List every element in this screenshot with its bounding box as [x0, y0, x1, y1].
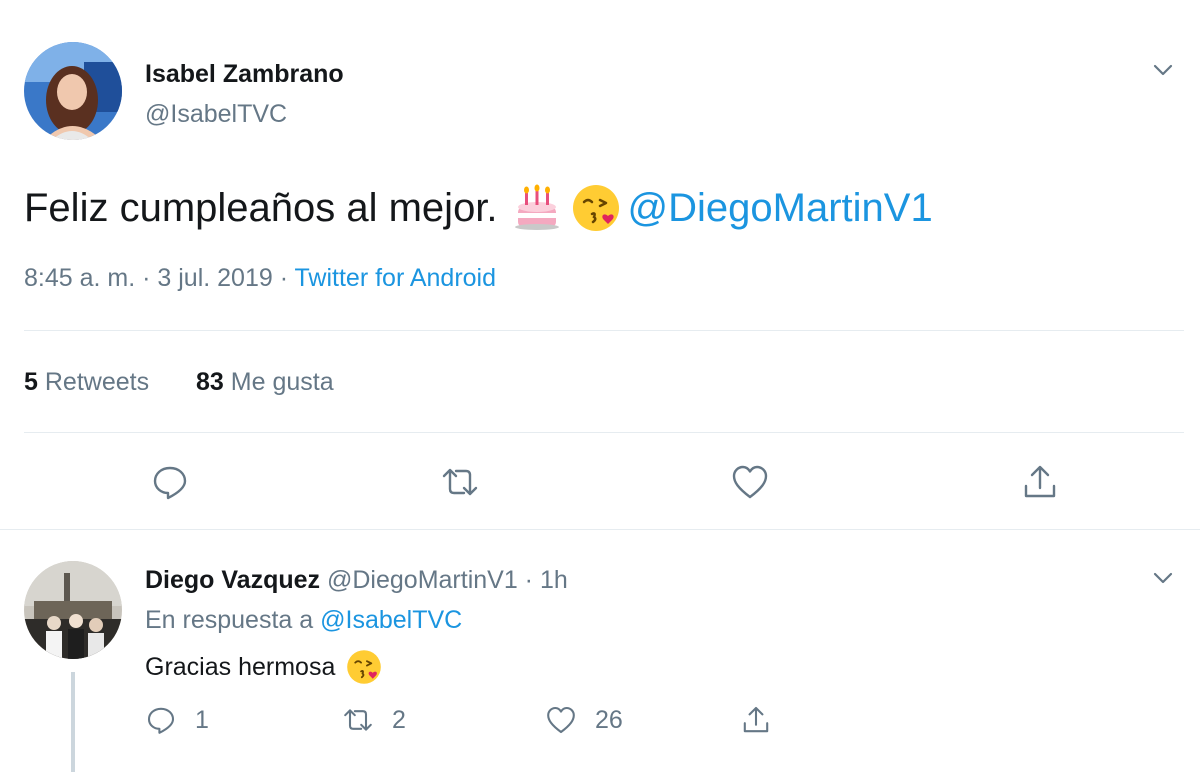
face-blowing-kiss-icon [347, 650, 382, 684]
retweet-icon [344, 709, 372, 731]
reply-author-name[interactable]: Diego Vazquez [145, 566, 320, 594]
source-link[interactable]: Twitter for Android [295, 264, 496, 292]
tweet-meta: 8:45 a. m. · 3 jul. 2019 · Twitter for A… [24, 264, 496, 293]
retweets-count: 5 [24, 368, 38, 396]
in-reply-prefix: En respuesta a [145, 606, 321, 634]
reply-header: Diego Vazquez @DiegoMartinV1 · 1h [145, 566, 568, 595]
share-icon [1024, 465, 1056, 498]
timestamp[interactable]: 8:45 a. m. · 3 jul. 2019 · [24, 264, 295, 292]
reply-icon [147, 707, 175, 734]
heart-icon [547, 706, 575, 734]
reply-share-button[interactable] [740, 702, 790, 738]
reply-author-handle-time[interactable]: @DiegoMartinV1 · 1h [327, 566, 568, 594]
like-button[interactable] [730, 462, 770, 502]
chevron-down-icon[interactable] [1148, 563, 1178, 593]
in-reply-to: En respuesta a @IsabelTVC [145, 606, 462, 635]
reply-reply-count: 1 [195, 705, 209, 734]
likes-label: Me gusta [230, 368, 334, 396]
tweet-stats: 5 Retweets 83 Me gusta [24, 368, 374, 397]
author-handle[interactable]: @IsabelTVC [145, 100, 287, 129]
in-reply-mention[interactable]: @IsabelTVC [320, 606, 462, 634]
share-button[interactable] [1020, 462, 1060, 502]
reply-retweet-button[interactable]: 2 [342, 702, 406, 738]
birthday-cake-icon [514, 184, 559, 230]
reply-avatar-image [24, 561, 122, 659]
retweets-stat[interactable]: 5 Retweets [24, 368, 149, 396]
main-tweet: Isabel Zambrano @IsabelTVC Feliz cumplea… [0, 0, 1200, 530]
heart-icon [732, 465, 768, 499]
tweet-text: Feliz cumpleaños al mejor. @DiegoMartinV… [24, 182, 933, 234]
reply-like-button[interactable]: 26 [545, 702, 623, 738]
retweets-label: Retweets [44, 368, 150, 396]
likes-count: 83 [196, 368, 224, 396]
thread-line [71, 672, 75, 772]
reply-body: Gracias hermosa [145, 652, 336, 681]
retweet-button[interactable] [440, 462, 480, 502]
likes-stat[interactable]: 83 Me gusta [196, 368, 334, 396]
avatar[interactable] [24, 42, 122, 140]
tweet-body: Feliz cumpleaños al mejor. [24, 185, 498, 230]
reply-button[interactable] [150, 462, 190, 502]
author-name[interactable]: Isabel Zambrano [145, 60, 344, 89]
face-blowing-kiss-icon [572, 185, 619, 231]
reply-like-count: 26 [595, 705, 623, 734]
reply-icon [153, 466, 187, 500]
share-icon [743, 706, 769, 733]
reply-avatar[interactable] [24, 561, 122, 659]
divider [24, 330, 1184, 331]
reply-retweet-count: 2 [392, 705, 406, 734]
divider [24, 432, 1184, 433]
retweet-icon [442, 468, 478, 496]
reply-reply-button[interactable]: 1 [145, 702, 209, 738]
chevron-down-icon[interactable] [1148, 55, 1178, 85]
avatar-image [24, 42, 122, 140]
mention-link[interactable]: @DiegoMartinV1 [628, 186, 933, 231]
reply-text: Gracias hermosa [145, 648, 383, 686]
